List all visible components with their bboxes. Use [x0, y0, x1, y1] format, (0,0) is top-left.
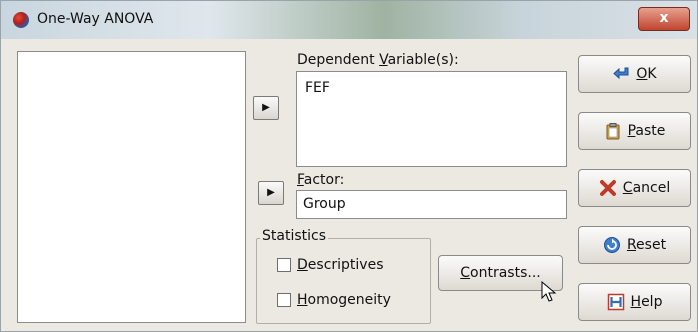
homogeneity-label: Homogeneity: [297, 292, 391, 308]
arrow-right-icon: ▶: [267, 187, 275, 198]
factor-field[interactable]: Group: [296, 190, 567, 219]
reset-label-rest: eset: [636, 237, 667, 253]
help-icon: [607, 293, 624, 311]
contrasts-mnemonic: C: [460, 265, 471, 281]
red-x-icon: [599, 180, 616, 196]
homogeneity-mnemonic: H: [297, 292, 308, 308]
cancel-button[interactable]: Cancel: [578, 169, 691, 207]
factor-label-mnemonic: F: [297, 172, 304, 188]
statistics-group-title: Statistics: [260, 228, 328, 244]
help-label-rest: elp: [641, 294, 663, 310]
ok-arrow-icon: [613, 67, 629, 80]
app-icon: [13, 12, 29, 28]
contrasts-label-rest: ontrasts...: [470, 265, 541, 281]
factor-label-post: actor:: [303, 172, 345, 188]
paste-label: Paste: [628, 123, 666, 139]
help-button[interactable]: Help: [578, 283, 691, 321]
move-to-dependent-button[interactable]: ▶: [253, 96, 279, 120]
dependent-label-mnemonic: V: [379, 52, 388, 68]
descriptives-mnemonic: D: [297, 257, 308, 273]
dependent-label-post: ariable(s):: [387, 52, 459, 68]
reset-label: Reset: [627, 237, 666, 253]
descriptives-label: Descriptives: [297, 257, 384, 273]
homogeneity-label-rest: omogeneity: [307, 292, 391, 308]
reset-icon: [603, 237, 620, 253]
window-title: One-Way ANOVA: [37, 11, 154, 27]
help-label: Help: [631, 294, 663, 310]
ok-label-rest: K: [647, 66, 657, 82]
paste-button[interactable]: Paste: [578, 112, 691, 150]
mouse-cursor-icon: [541, 281, 557, 302]
arrow-right-icon: ▶: [262, 102, 270, 113]
list-item[interactable]: FEF: [305, 80, 330, 96]
cancel-label-rest: ancel: [632, 180, 671, 196]
cancel-mnemonic: C: [622, 180, 633, 196]
factor-label: Factor:: [297, 172, 344, 188]
reset-button[interactable]: Reset: [578, 226, 691, 264]
reset-mnemonic: R: [626, 237, 637, 253]
clipboard-icon: [606, 123, 620, 140]
close-button[interactable]: x: [638, 7, 690, 31]
dependent-label-pre: Dependent: [297, 52, 380, 68]
descriptives-checkbox[interactable]: [277, 258, 291, 272]
homogeneity-checkbox[interactable]: [277, 293, 291, 307]
descriptives-label-rest: escriptives: [307, 257, 384, 273]
statistics-group: [256, 238, 431, 324]
ok-label: OK: [636, 66, 656, 82]
help-mnemonic: H: [630, 294, 642, 310]
ok-button[interactable]: OK: [578, 55, 691, 93]
dependent-variables-label: Dependent Variable(s):: [297, 52, 459, 68]
descriptives-option[interactable]: Descriptives: [277, 257, 384, 273]
one-way-anova-dialog: One-Way ANOVA x ▶ Dependent Variable(s):…: [0, 0, 698, 332]
cancel-label: Cancel: [623, 180, 670, 196]
title-bar[interactable]: One-Way ANOVA x: [1, 1, 697, 39]
paste-label-rest: aste: [635, 123, 666, 139]
contrasts-label: Contrasts...: [460, 265, 540, 281]
move-to-factor-button[interactable]: ▶: [258, 181, 284, 205]
ok-mnemonic: O: [636, 66, 648, 82]
homogeneity-option[interactable]: Homogeneity: [277, 292, 391, 308]
dependent-variables-list[interactable]: FEF: [296, 71, 567, 167]
source-variable-list[interactable]: [17, 51, 246, 323]
